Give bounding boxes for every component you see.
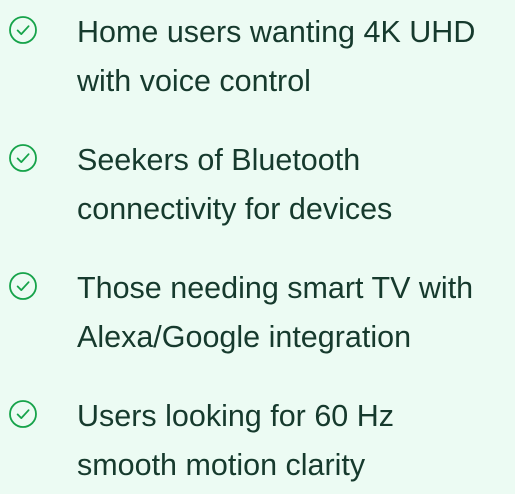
check-circle-icon bbox=[8, 15, 38, 45]
feature-text: Home users wanting 4K UHD with voice cont… bbox=[77, 8, 515, 106]
list-item: Home users wanting 4K UHD with voice cont… bbox=[0, 0, 515, 110]
feature-text: Seekers of Bluetooth connectivity for dev… bbox=[77, 136, 515, 234]
check-circle-icon bbox=[8, 271, 38, 301]
feature-line-1: Those needing smart TV with bbox=[77, 271, 474, 305]
feature-text: Users looking for 60 Hz smooth motion cla… bbox=[77, 392, 515, 490]
feature-line-1: Seekers of Bluetooth bbox=[77, 143, 361, 177]
feature-line-2: connectivity for devices bbox=[77, 192, 393, 226]
feature-line-1: Home users wanting 4K UHD bbox=[77, 15, 476, 49]
check-circle-icon bbox=[8, 143, 38, 173]
feature-text: Those needing smart TV with Alexa/Google … bbox=[77, 264, 515, 362]
check-circle-icon bbox=[8, 399, 38, 429]
feature-list: Home users wanting 4K UHD with voice cont… bbox=[0, 0, 515, 482]
feature-line-2: Alexa/Google integration bbox=[77, 320, 412, 354]
feature-line-1: Users looking for 60 Hz bbox=[77, 399, 394, 433]
list-item: Those needing smart TV with Alexa/Google … bbox=[0, 256, 515, 366]
list-item: Seekers of Bluetooth connectivity for dev… bbox=[0, 128, 515, 238]
list-item: Users looking for 60 Hz smooth motion cla… bbox=[0, 384, 515, 494]
feature-line-2: with voice control bbox=[77, 64, 311, 98]
